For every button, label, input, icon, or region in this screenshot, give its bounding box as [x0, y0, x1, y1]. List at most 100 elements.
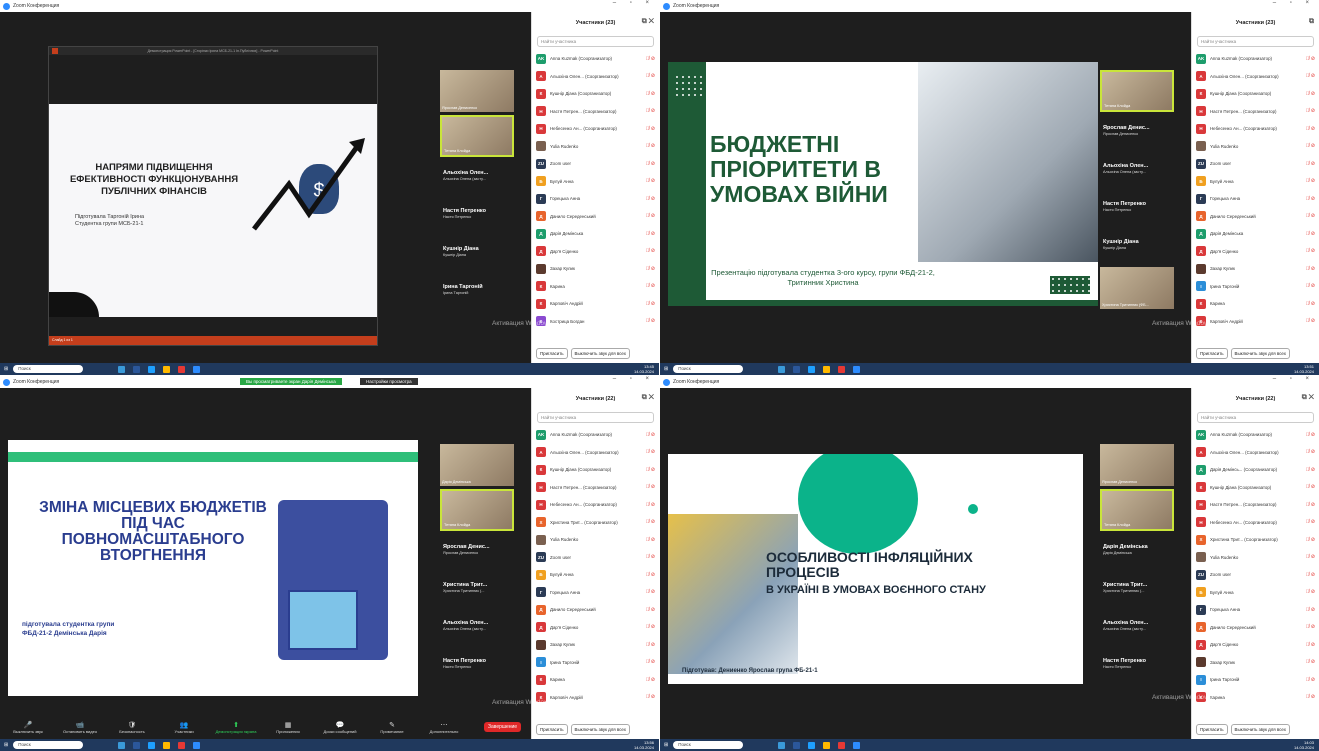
- name-tile[interactable]: Альохіна Олен... Альохіна Олена (засту...: [440, 160, 514, 198]
- video-tile[interactable]: Дарія Демінська: [440, 444, 514, 486]
- participant-row[interactable]: ZU Zoom user 🎙̸ ⊘: [1196, 566, 1315, 584]
- taskbar-search[interactable]: Поиск: [673, 741, 744, 749]
- participant-row[interactable]: Б Булуй Анна 🎙̸ ⊘: [536, 566, 655, 584]
- toolbar-button[interactable]: ▦ Приложения: [264, 721, 312, 734]
- participant-row[interactable]: Д Дар'я Сіденко 🎙̸ ⊘: [1196, 243, 1315, 261]
- video-tile[interactable]: Тетяна Клойда: [440, 115, 514, 157]
- invite-button[interactable]: Пригласить: [1196, 348, 1228, 359]
- name-tile[interactable]: Альохіна Олен... Альохіна Олена (засту...: [440, 610, 514, 648]
- participant-row[interactable]: Х Христина Трит... (Соорганизатор) 🎙̸ ⊘: [1196, 531, 1315, 549]
- participant-row[interactable]: Захар Кулик 🎙̸ ⊘: [1196, 654, 1315, 672]
- folder-icon[interactable]: [823, 365, 831, 373]
- participant-row[interactable]: Б Булуй Анна 🎙̸ ⊘: [1196, 173, 1315, 191]
- participant-row[interactable]: ZU Zoom user 🎙̸ ⊘: [536, 549, 655, 567]
- video-tile[interactable]: Христина Тритинник (ФБ...: [1100, 267, 1174, 309]
- folder-icon[interactable]: [823, 741, 831, 749]
- participant-row[interactable]: К Карина 🎙̸ ⊘: [536, 278, 655, 296]
- edge-icon[interactable]: [148, 365, 156, 373]
- participant-row[interactable]: Д Дар'я Сіденко 🎙̸ ⊘: [536, 243, 655, 261]
- search-input[interactable]: Найти участника: [537, 36, 654, 47]
- taskbar-search[interactable]: Поиск: [13, 741, 84, 749]
- zoom-taskbar-icon[interactable]: [853, 365, 861, 373]
- toolbar-button[interactable]: ⬆ Демонстрация экрана: [212, 721, 260, 734]
- participant-row[interactable]: Н Небесенко Ан... (Соорганизатор) 🎙̸ ⊘: [536, 496, 655, 514]
- participant-row[interactable]: К Карповіч Андрій 🎙̸ ⊘: [536, 295, 655, 313]
- participant-row[interactable]: Yulia Rudenko 🎙̸ ⊘: [536, 531, 655, 549]
- participant-row[interactable]: Yulia Rudenko 🎙̸ ⊘: [1196, 138, 1315, 156]
- participant-row[interactable]: Yulia Rudenko 🎙̸ ⊘: [1196, 549, 1315, 567]
- participant-row[interactable]: Д Данило Середенський 🎙̸ ⊘: [1196, 619, 1315, 637]
- name-tile[interactable]: Кушнір Діана Кушнір Діана: [440, 236, 514, 274]
- invite-button[interactable]: Пригласить: [1196, 724, 1228, 735]
- participant-row[interactable]: Г Горецька Анна 🎙̸ ⊘: [536, 190, 655, 208]
- participant-row[interactable]: Захар Кулик 🎙̸ ⊘: [536, 260, 655, 278]
- windows-start-icon[interactable]: ⊞: [664, 366, 668, 372]
- end-meeting-button[interactable]: Завершение: [484, 722, 522, 732]
- invite-button[interactable]: Пригласить: [536, 724, 568, 735]
- participant-row[interactable]: І Ірина Таргоній 🎙̸ ⊘: [1196, 671, 1315, 689]
- participant-row[interactable]: Н Настя Петрен... (Соорганизатор) 🎙̸ ⊘: [536, 479, 655, 497]
- window-controls[interactable]: – ▫ ×: [613, 376, 655, 382]
- name-tile[interactable]: Кушнір Діана Кушнір Діана: [1100, 229, 1174, 267]
- popout-icon[interactable]: ⧉ ✕: [642, 394, 654, 402]
- popout-icon[interactable]: ⧉: [1309, 18, 1314, 26]
- window-controls[interactable]: – ▫ ×: [1273, 0, 1315, 6]
- toolbar-button[interactable]: 🎤 Выключить звук: [4, 721, 52, 734]
- participant-row[interactable]: Б Булуй Анна 🎙̸ ⊘: [1196, 584, 1315, 602]
- explorer-icon[interactable]: [118, 365, 126, 373]
- folder-icon[interactable]: [163, 741, 171, 749]
- toolbar-button[interactable]: ✎ Примечание: [368, 721, 416, 734]
- video-tile[interactable]: Тетяна Клойда: [1100, 70, 1174, 112]
- mute-all-button[interactable]: Выключить звук для всех: [570, 724, 630, 735]
- participant-row[interactable]: AK Anna Kuzmak (Соорганизатор) 🎙̸ ⊘: [1196, 426, 1315, 444]
- participant-row[interactable]: Д Дар'я Сіденко 🎙̸ ⊘: [536, 619, 655, 637]
- opera-icon[interactable]: [178, 741, 186, 749]
- participant-row[interactable]: К Карповіч Андрій 🎙̸ ⊘: [536, 689, 655, 707]
- participant-row[interactable]: A Альохіна Олен... (Соорганизатор) 🎙̸ ⊘: [536, 68, 655, 86]
- edge-icon[interactable]: [808, 365, 816, 373]
- name-tile[interactable]: Настя Петренко Настя Петренко: [1100, 648, 1174, 686]
- participant-row[interactable]: Г Горецька Анна 🎙̸ ⊘: [1196, 190, 1315, 208]
- participant-row[interactable]: A Альохіна Олен... (Соорганизатор) 🎙̸ ⊘: [1196, 68, 1315, 86]
- participant-row[interactable]: Н Небесенко Ан... (Соорганизатор) 🎙̸ ⊘: [1196, 514, 1315, 532]
- name-tile[interactable]: Альохіна Олен... Альохіна Олена (засту...: [1100, 153, 1174, 191]
- participant-row[interactable]: Д Данило Середенський 🎙̸ ⊘: [536, 208, 655, 226]
- participant-row[interactable]: Д Дар'я Сіденко 🎙̸ ⊘: [1196, 636, 1315, 654]
- participant-row[interactable]: Н Настя Петрен... (Соорганизатор) 🎙̸ ⊘: [1196, 496, 1315, 514]
- mute-all-button[interactable]: Выключить звук для всех: [570, 348, 630, 359]
- edge-icon[interactable]: [148, 741, 156, 749]
- participant-row[interactable]: К Карина 🎙̸ ⊘: [1196, 689, 1315, 707]
- participant-row[interactable]: К Карина 🎙̸ ⊘: [536, 671, 655, 689]
- participant-row[interactable]: Д Дарія Демінська 🎙̸ ⊘: [536, 225, 655, 243]
- toolbar-button[interactable]: 🛡 Безопасность: [108, 721, 156, 734]
- participant-row[interactable]: AK Anna Kuzmak (Соорганизатор) 🎙̸ ⊘: [1196, 50, 1315, 68]
- participant-row[interactable]: Д Дарія Демінсь... (Соорганизатор) 🎙̸ ⊘: [1196, 461, 1315, 479]
- video-tile[interactable]: Ярослав Денисенко: [1100, 444, 1174, 486]
- mute-all-button[interactable]: Выключить звук для всех: [1230, 724, 1290, 735]
- zoom-taskbar-icon[interactable]: [193, 741, 201, 749]
- participant-row[interactable]: Yulia Rudenko 🎙̸ ⊘: [536, 138, 655, 156]
- participant-row[interactable]: І Ірина Таргоній 🎙̸ ⊘: [536, 654, 655, 672]
- participant-row[interactable]: AK Anna Kuzmak (Соорганизатор) 🎙̸ ⊘: [536, 50, 655, 68]
- participant-row[interactable]: A Альохіна Олен... (Соорганизатор) 🎙̸ ⊘: [536, 444, 655, 462]
- name-tile[interactable]: Ірина Таргоній Ірина Таргоній: [440, 274, 514, 312]
- explorer-icon[interactable]: [778, 741, 786, 749]
- opera-icon[interactable]: [838, 741, 846, 749]
- toolbar-button[interactable]: 📹 Остановить видео: [56, 721, 104, 734]
- windows-start-icon[interactable]: ⊞: [664, 742, 668, 748]
- toolbar-button[interactable]: 👥 Участники: [160, 721, 208, 734]
- window-controls[interactable]: – ▫ ×: [613, 0, 655, 6]
- view-options-button[interactable]: Настройки просмотра: [360, 378, 418, 385]
- participant-row[interactable]: К Карповіч Андрій 🎙̸ ⊘: [1196, 313, 1315, 331]
- participant-row[interactable]: Н Небесенко Ан... (Соорганизатор) 🎙̸ ⊘: [536, 120, 655, 138]
- participant-row[interactable]: Захар Кулик 🎙̸ ⊘: [536, 636, 655, 654]
- participant-row[interactable]: A Альохіна Олен... (Соорганизатор) 🎙̸ ⊘: [1196, 444, 1315, 462]
- zoom-taskbar-icon[interactable]: [193, 365, 201, 373]
- opera-icon[interactable]: [178, 365, 186, 373]
- name-tile[interactable]: Ярослав Денис... Ярослав Денисенко: [1100, 115, 1174, 153]
- word-icon[interactable]: [793, 741, 801, 749]
- windows-start-icon[interactable]: ⊞: [4, 366, 8, 372]
- window-controls[interactable]: – ▫ ×: [1273, 376, 1315, 382]
- participant-row[interactable]: Д Данило Середенський 🎙̸ ⊘: [1196, 208, 1315, 226]
- name-tile[interactable]: Альохіна Олен... Альохіна Олена (засту...: [1100, 610, 1174, 648]
